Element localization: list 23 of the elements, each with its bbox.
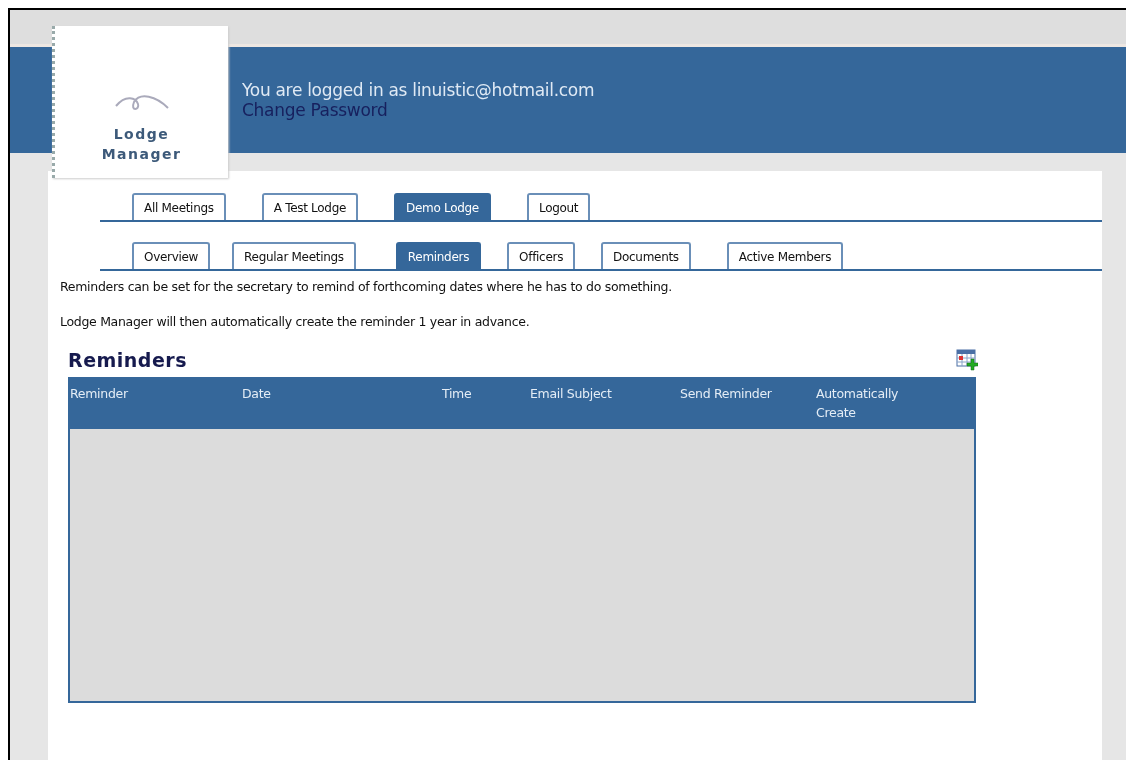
tab[interactable]: All Meetings <box>132 193 226 220</box>
column-header: Date <box>242 385 272 403</box>
tab[interactable]: Demo Lodge <box>394 193 491 220</box>
intro-text: Lodge Manager will then automatically create the reminder 1 year in advance. <box>60 314 531 329</box>
column-header: Send Reminder <box>680 385 773 403</box>
logo-text: Manager <box>101 145 182 164</box>
tab[interactable]: A Test Lodge <box>261 193 359 220</box>
section-title: Reminders <box>68 349 188 371</box>
tab[interactable]: Logout <box>526 193 591 220</box>
login-text: You are logged in as linuistic@hotmail.com <box>242 80 596 100</box>
column-header: Automatically Create <box>816 385 900 422</box>
tab[interactable]: Regular Meetings <box>232 242 356 269</box>
tab[interactable]: Officers <box>507 242 576 269</box>
column-header: Reminder <box>70 385 129 403</box>
tab[interactable]: Documents <box>601 242 691 269</box>
add-calendar-icon[interactable] <box>956 349 978 371</box>
tab[interactable]: Overview <box>132 242 211 269</box>
tab[interactable]: Reminders <box>395 242 482 269</box>
tab[interactable]: Active Members <box>726 242 844 269</box>
column-header: Time <box>442 385 473 403</box>
column-header: Email Subject <box>530 385 613 403</box>
intro-text: Reminders can be set for the secretary to remind of forthcoming dates where he has to do something. <box>60 279 673 294</box>
logo-text: Lodge <box>113 125 170 144</box>
